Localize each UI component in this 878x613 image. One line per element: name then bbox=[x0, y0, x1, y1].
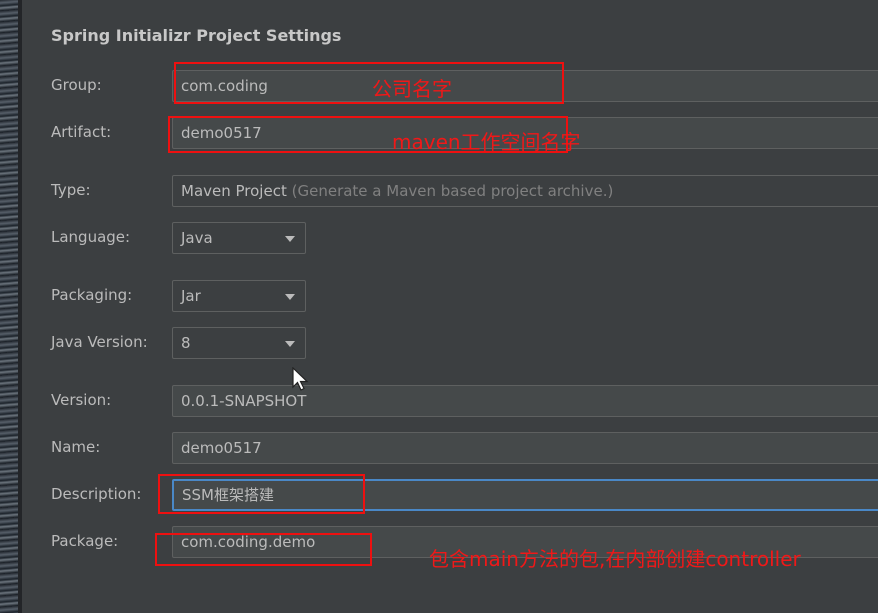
chevron-down-icon bbox=[285, 236, 295, 242]
package-annotation: 包含main方法的包,在内部创建controller bbox=[429, 547, 801, 571]
description-highlight-box bbox=[158, 474, 365, 514]
name-label: Name: bbox=[51, 438, 101, 456]
packaging-select[interactable]: Jar bbox=[172, 280, 306, 312]
version-label: Version: bbox=[51, 391, 112, 409]
packaging-value: Jar bbox=[181, 287, 201, 305]
chevron-down-icon bbox=[285, 341, 295, 347]
language-value: Java bbox=[181, 229, 213, 247]
group-highlight-box bbox=[174, 62, 564, 104]
name-field[interactable]: demo0517 bbox=[172, 432, 878, 464]
chevron-down-icon bbox=[285, 294, 295, 300]
language-label: Language: bbox=[51, 228, 131, 246]
version-value: 0.0.1-SNAPSHOT bbox=[181, 392, 307, 410]
package-label: Package: bbox=[51, 532, 119, 550]
java-version-label: Java Version: bbox=[51, 333, 148, 351]
language-select[interactable]: Java bbox=[172, 222, 306, 254]
group-label: Group: bbox=[51, 76, 102, 94]
java-version-select[interactable]: 8 bbox=[172, 327, 306, 359]
mouse-cursor-icon bbox=[292, 367, 309, 391]
desktop-background bbox=[0, 0, 22, 613]
type-select[interactable]: Maven Project (Generate a Maven based pr… bbox=[172, 175, 878, 207]
type-value: Maven Project bbox=[181, 182, 287, 200]
group-annotation: 公司名字 bbox=[372, 77, 452, 101]
type-label: Type: bbox=[51, 181, 91, 199]
packaging-label: Packaging: bbox=[51, 286, 133, 304]
project-settings-panel: Spring Initializr Project Settings Group… bbox=[22, 0, 878, 613]
artifact-annotation: maven工作空间名字 bbox=[392, 130, 581, 154]
name-value: demo0517 bbox=[181, 439, 262, 457]
dialog-title: Spring Initializr Project Settings bbox=[51, 26, 342, 45]
package-highlight-box bbox=[155, 533, 372, 566]
version-field[interactable]: 0.0.1-SNAPSHOT bbox=[172, 385, 878, 417]
description-label: Description: bbox=[51, 485, 142, 503]
type-hint: (Generate a Maven based project archive.… bbox=[291, 182, 614, 200]
java-version-value: 8 bbox=[181, 334, 191, 352]
artifact-label: Artifact: bbox=[51, 123, 112, 141]
